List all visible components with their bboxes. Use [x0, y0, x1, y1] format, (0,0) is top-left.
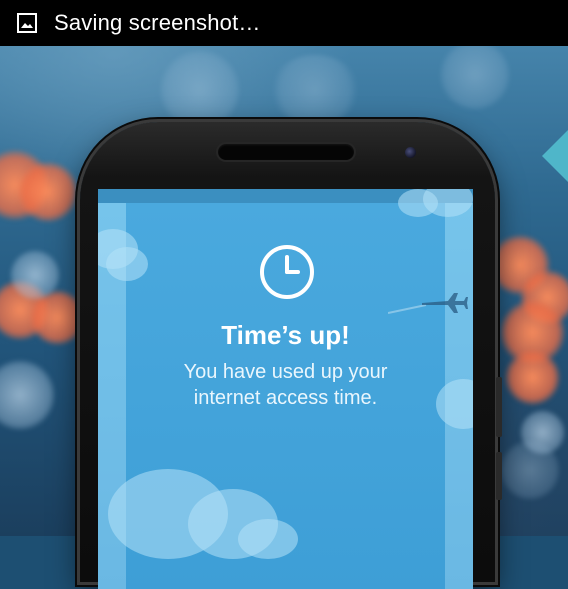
message-line: You have used up your [183, 361, 388, 383]
side-chevron-icon [542, 130, 568, 182]
airplane-icon [388, 293, 468, 314]
bokeh-light [505, 350, 560, 405]
phone-device: Time’s up! You have used up your interne… [80, 122, 502, 589]
bokeh-light [18, 162, 78, 222]
phone-speaker [218, 144, 354, 160]
bokeh-light [10, 250, 60, 300]
page-title: Time’s up! [221, 320, 350, 350]
clock-icon [260, 245, 314, 299]
message-text: You have used up your internet access ti… [98, 359, 473, 411]
phone-side-button [496, 452, 502, 500]
phone-side-button [496, 377, 502, 437]
bokeh-light [270, 55, 360, 125]
status-text: Saving screenshot… [54, 10, 261, 35]
phone-camera [405, 147, 416, 158]
image-icon [17, 13, 37, 33]
bokeh-light [440, 40, 510, 110]
status-bar: Saving screenshot… [0, 0, 568, 46]
cloud-decoration [106, 247, 148, 281]
phone-screen: Time’s up! You have used up your interne… [98, 189, 473, 589]
bokeh-light [500, 440, 560, 500]
cloud-decoration [238, 519, 298, 559]
bokeh-light [160, 50, 240, 130]
bokeh-light [0, 360, 55, 430]
message-line: internet access time. [193, 387, 378, 409]
